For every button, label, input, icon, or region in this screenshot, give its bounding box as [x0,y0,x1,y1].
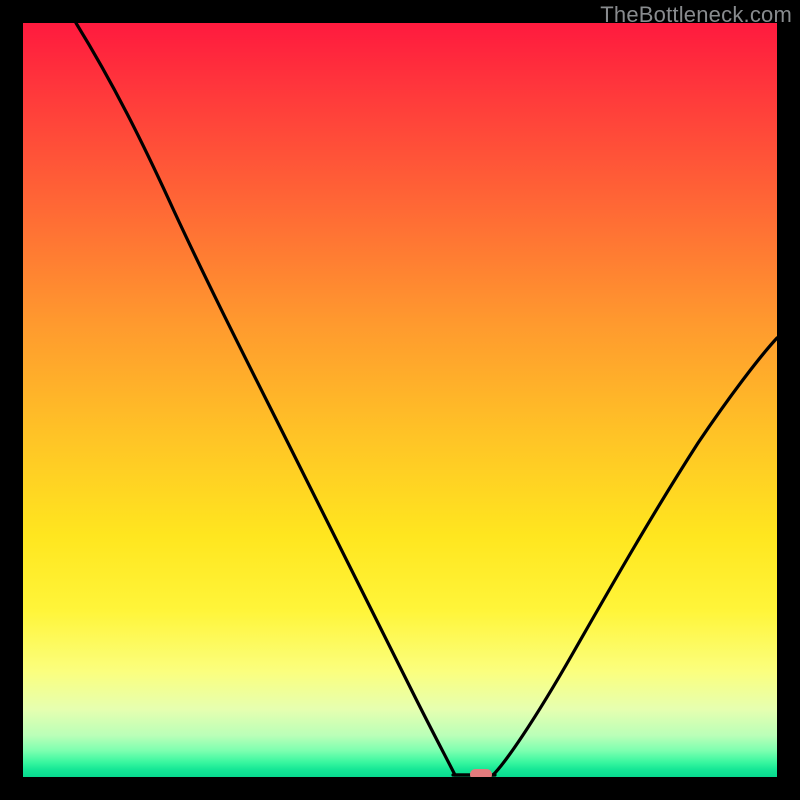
minimum-marker [470,769,492,777]
chart-stage: TheBottleneck.com [0,0,800,800]
bottleneck-curve [76,23,777,775]
watermark-text: TheBottleneck.com [600,2,792,28]
plot-area [23,23,777,777]
curve-layer [23,23,777,777]
